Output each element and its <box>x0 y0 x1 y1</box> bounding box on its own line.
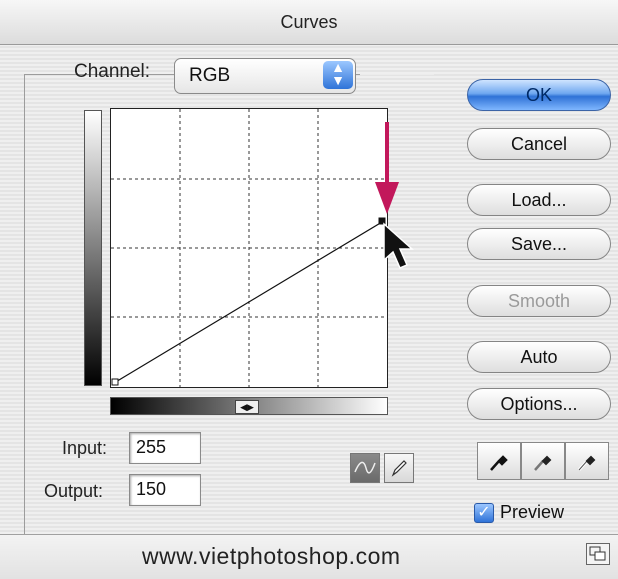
curve-tool-button[interactable] <box>350 453 380 483</box>
black-eyedropper-button[interactable] <box>477 442 521 480</box>
down-arrow-icon <box>375 122 399 214</box>
load-button[interactable]: Load... <box>467 184 611 216</box>
resize-icon <box>589 546 606 561</box>
pencil-tool-icon <box>391 460 407 477</box>
input-field[interactable]: 255 <box>129 432 201 464</box>
curve-group-frame-left <box>24 74 25 534</box>
title-bar: Curves <box>0 0 618 45</box>
ok-button[interactable]: OK <box>467 79 611 111</box>
chevron-updown-icon: ▲ ▼ <box>323 60 353 89</box>
slider-knob-icon[interactable]: ◀▶ <box>235 400 259 414</box>
eyedropper-icon <box>534 455 552 471</box>
preview-option[interactable]: ✓ Preview <box>474 502 564 523</box>
resize-button[interactable] <box>586 543 610 565</box>
smooth-button[interactable]: Smooth <box>467 285 611 317</box>
eyedropper-icon <box>577 455 596 471</box>
curve-graph[interactable] <box>110 108 388 388</box>
frame-gap <box>360 74 434 75</box>
curve-point-black[interactable] <box>111 378 119 386</box>
curve-line <box>113 221 383 384</box>
save-button[interactable]: Save... <box>467 228 611 260</box>
eyedropper-group <box>477 442 609 480</box>
footer-bar: www.vietphotoshop.com <box>0 534 618 579</box>
curve-tool-icon <box>354 461 376 474</box>
frame-spacer <box>40 70 70 78</box>
channel-select[interactable]: RGB ▲ ▼ <box>174 58 356 94</box>
gray-eyedropper-button[interactable] <box>521 442 565 480</box>
preview-label: Preview <box>500 502 565 522</box>
output-gradient-bar <box>84 110 102 386</box>
output-label: Output: <box>44 481 104 501</box>
pencil-tool-button[interactable] <box>384 453 414 483</box>
eyedropper-icon <box>490 455 508 471</box>
channel-value: RGB <box>189 65 231 86</box>
cancel-button[interactable]: Cancel <box>467 128 611 160</box>
window-title: Curves <box>280 12 338 32</box>
arrow-cursor-icon <box>383 222 414 269</box>
curve-graph-svg <box>111 109 387 387</box>
preview-checkbox[interactable]: ✓ <box>474 502 494 523</box>
input-gradient-bar: ◀▶ <box>110 397 388 415</box>
output-field[interactable]: 150 <box>129 474 201 506</box>
input-label: Input: <box>62 438 108 458</box>
options-button[interactable]: Options... <box>467 388 611 420</box>
watermark-text: www.vietphotoshop.com <box>142 543 401 569</box>
auto-button[interactable]: Auto <box>467 341 611 373</box>
channel-label: Channel: <box>74 61 151 82</box>
white-eyedropper-button[interactable] <box>565 442 609 480</box>
